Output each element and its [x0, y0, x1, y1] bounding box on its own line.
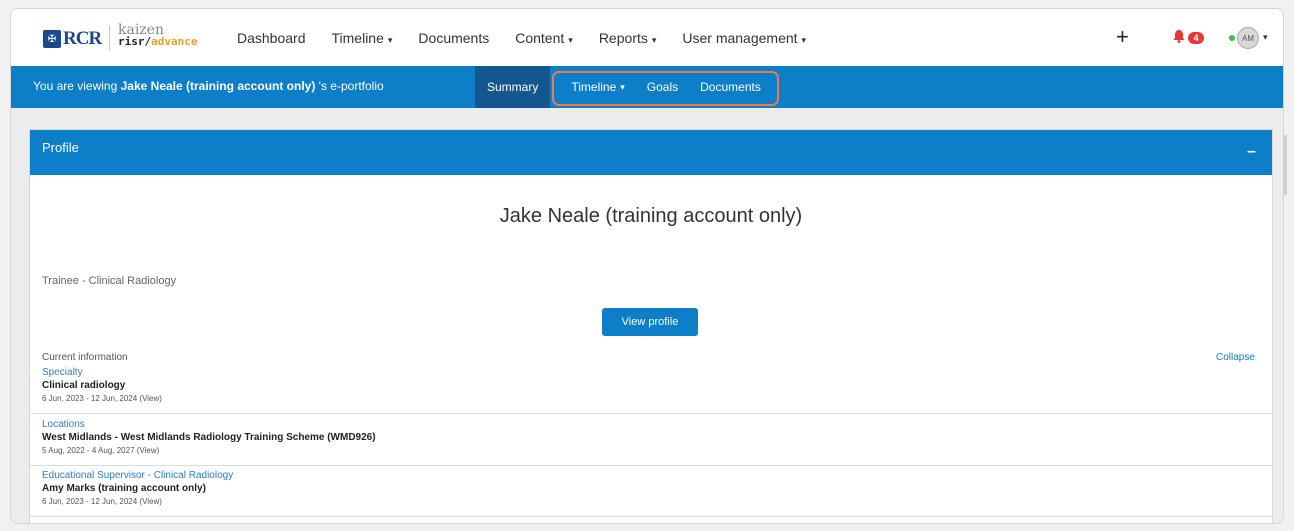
profile-panel-header: Profile – — [30, 130, 1272, 175]
crest-icon: ✠ — [43, 30, 61, 48]
section-label[interactable]: Specialty — [42, 367, 162, 379]
menu-item-reports[interactable]: Reports ▾ — [599, 30, 657, 46]
top-navigation: ✠ RCR kaizen risr/advance Dashboard Time… — [11, 9, 1283, 66]
trainee-name: Jake Neale (training account only) — [499, 205, 803, 227]
logo-divider — [109, 25, 110, 51]
app-window: ✠ RCR kaizen risr/advance Dashboard Time… — [10, 8, 1284, 524]
divider — [30, 516, 1272, 517]
menu-item-timeline[interactable]: Timeline ▾ — [332, 30, 393, 46]
caret-down-icon: ▾ — [568, 34, 573, 45]
caret-down-icon[interactable]: ▾ — [1263, 32, 1268, 43]
divider — [30, 413, 1272, 414]
caret-down-icon: ▾ — [801, 34, 807, 45]
highlight-box — [552, 71, 779, 106]
notification-badge[interactable]: 4 — [1187, 31, 1205, 45]
online-status-icon — [1229, 35, 1235, 41]
locations-section: Locations West Midlands - West Midlands … — [42, 419, 376, 456]
viewing-notice: You are viewing Jake Neale (training acc… — [33, 79, 384, 93]
section-dates[interactable]: 6 Jun, 2023 - 12 Jun, 2024 (View) — [42, 393, 162, 404]
kaizen-logo[interactable]: kaizen risr/advance — [118, 23, 198, 48]
menu-item-dashboard[interactable]: Dashboard — [237, 30, 306, 46]
menu-item-documents[interactable]: Documents — [418, 30, 489, 46]
section-dates[interactable]: 6 Jun, 2023 - 12 Jun, 2024 (View) — [42, 496, 233, 507]
section-value: Clinical radiology — [42, 380, 126, 391]
collapse-link[interactable]: Collapse — [1216, 352, 1255, 363]
add-button[interactable]: + — [1116, 24, 1129, 50]
rcr-logo-text: RCR — [63, 28, 102, 49]
section-value: Amy Marks (training account only) — [42, 483, 206, 494]
tab-summary[interactable]: Summary — [475, 66, 551, 108]
menu-item-user-management[interactable]: User management ▾ — [682, 30, 806, 46]
caret-down-icon: ▾ — [387, 34, 393, 45]
supervisor-section: Educational Supervisor - Clinical Radiol… — [42, 470, 233, 507]
section-value: West Midlands - West Midlands Radiology … — [42, 432, 376, 443]
section-label[interactable]: Educational Supervisor - Clinical Radiol… — [42, 470, 233, 482]
panel-title: Profile — [42, 140, 79, 155]
trainee-role: Trainee - Clinical Radiology — [42, 275, 177, 287]
section-label[interactable]: Locations — [42, 419, 376, 431]
divider — [30, 465, 1272, 466]
rcr-logo[interactable]: ✠ RCR — [43, 28, 103, 50]
specialty-section: Specialty Clinical radiology 6 Jun, 2023… — [42, 367, 162, 404]
user-avatar[interactable]: AM — [1237, 27, 1259, 49]
current-information-label: Current information — [42, 352, 128, 363]
view-profile-button[interactable]: View profile — [602, 308, 698, 336]
scrollbar[interactable] — [1284, 135, 1287, 195]
caret-down-icon: ▾ — [651, 34, 657, 45]
profile-panel: Profile – Jake Neale (training account o… — [29, 129, 1273, 523]
bell-icon[interactable] — [1173, 30, 1185, 43]
section-dates[interactable]: 5 Aug, 2022 - 4 Aug, 2027 (View) — [42, 445, 376, 456]
risr-advance-logo-text: risr/advance — [118, 35, 198, 48]
main-menu: Dashboard Timeline ▾ Documents Content ▾ R… — [237, 9, 832, 66]
menu-item-content[interactable]: Content ▾ — [515, 30, 573, 46]
minimize-button[interactable]: – — [1247, 143, 1256, 161]
